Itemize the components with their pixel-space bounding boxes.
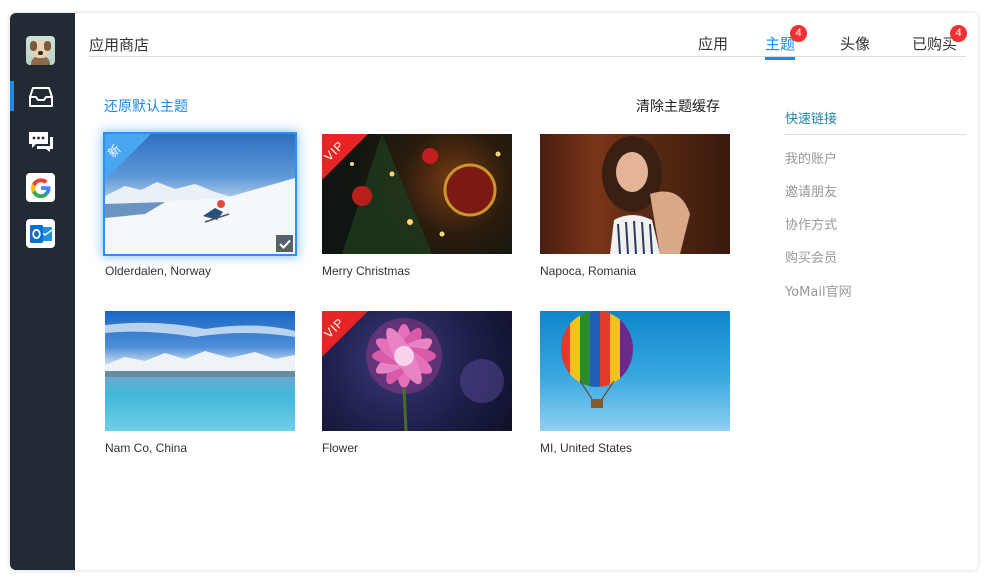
chat-icon xyxy=(28,131,53,152)
rail-google[interactable] xyxy=(26,173,55,202)
user-avatar[interactable] xyxy=(26,36,55,65)
theme-thumbnail: 新 xyxy=(103,132,297,256)
theme-card[interactable]: VIP Flower xyxy=(322,311,514,455)
tab-apps[interactable]: 应用 xyxy=(698,33,728,54)
quick-link-account[interactable]: 我的账户 xyxy=(785,148,966,167)
theme-caption: MI, United States xyxy=(540,441,633,455)
quick-link-collaboration[interactable]: 协作方式 xyxy=(785,214,966,233)
theme-thumbnail xyxy=(105,311,295,431)
quick-link-website[interactable]: YoMail官网 xyxy=(785,281,966,300)
quick-link-membership[interactable]: 购买会员 xyxy=(785,247,966,266)
rail-inbox[interactable] xyxy=(26,82,55,111)
lake-scene xyxy=(105,322,295,377)
tab-avatars[interactable]: 头像 xyxy=(840,33,870,54)
checkmark-icon xyxy=(278,239,291,249)
app-window: 应用商店 应用 主题 4 头像 已购买 4 还原默认主题 清除主题缓存 新 Ol… xyxy=(10,13,978,570)
tab-themes[interactable]: 主题 4 xyxy=(765,25,808,60)
theme-card[interactable]: 新 Olderdalen, Norway xyxy=(103,132,297,278)
theme-caption: Napoca, Romania xyxy=(540,264,637,278)
theme-caption: Merry Christmas xyxy=(322,264,411,278)
theme-thumbnail xyxy=(540,134,730,254)
tab-badge: 4 xyxy=(790,25,808,42)
theme-card[interactable]: VIP Merry Christmas xyxy=(322,134,514,278)
main-panel: 应用商店 应用 主题 4 头像 已购买 4 还原默认主题 清除主题缓存 新 Ol… xyxy=(75,13,978,570)
rail-outlook[interactable] xyxy=(26,219,55,248)
theme-thumbnail xyxy=(540,311,730,431)
portrait-scene xyxy=(602,136,690,254)
outlook-icon xyxy=(29,224,52,243)
left-rail xyxy=(10,13,75,570)
quick-links-panel: 快速链接 我的账户 邀请朋友 协作方式 购买会员 YoMail官网 xyxy=(785,108,966,300)
tab-label: 应用 xyxy=(698,35,729,53)
theme-caption: Olderdalen, Norway xyxy=(105,264,212,278)
theme-thumbnail: VIP xyxy=(322,311,512,431)
restore-default-theme-link[interactable]: 还原默认主题 xyxy=(104,96,188,116)
tab-badge: 4 xyxy=(950,25,968,42)
theme-caption: Flower xyxy=(322,441,359,455)
theme-card[interactable]: Nam Co, China xyxy=(105,311,297,455)
user-avatar-icon xyxy=(26,36,55,65)
theme-caption: Nam Co, China xyxy=(105,441,188,455)
tab-label: 头像 xyxy=(840,35,871,53)
balloon-scene xyxy=(561,311,633,408)
clear-theme-cache-button[interactable]: 清除主题缓存 xyxy=(636,96,720,116)
rail-chat[interactable] xyxy=(26,127,55,156)
inbox-icon xyxy=(28,86,53,107)
tab-purchased[interactable]: 已购买 4 xyxy=(912,25,968,54)
theme-card[interactable]: Napoca, Romania xyxy=(540,134,732,278)
quick-links-title: 快速链接 xyxy=(785,108,966,135)
quick-link-invite[interactable]: 邀请朋友 xyxy=(785,181,966,200)
page-title: 应用商店 xyxy=(89,36,150,54)
top-bar: 应用商店 应用 主题 4 头像 已购买 4 xyxy=(89,13,968,60)
rail-active-indicator xyxy=(10,81,14,111)
theme-thumbnail: VIP xyxy=(322,134,512,254)
google-icon xyxy=(30,177,50,198)
selected-check xyxy=(276,235,293,252)
theme-card[interactable]: MI, United States xyxy=(540,311,732,455)
